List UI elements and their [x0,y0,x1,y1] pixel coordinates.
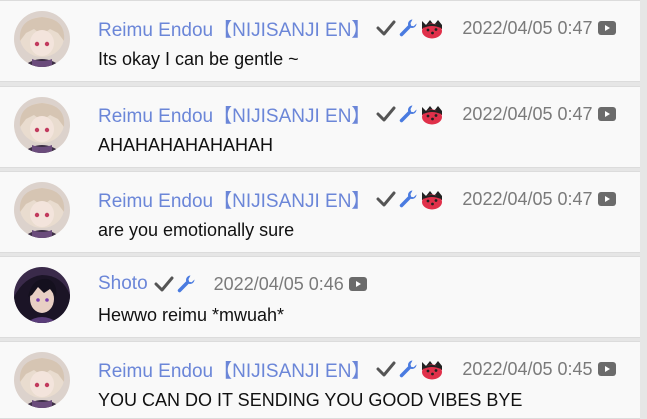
avatar[interactable] [14,11,70,67]
author-badges [376,17,444,39]
timestamp: 2022/04/05 0:46 [213,273,344,294]
youtube-play-icon[interactable] [597,191,617,207]
author-name[interactable]: Reimu Endou【NIJISANJI EN】 [98,101,370,128]
chat-message: Reimu Endou【NIJISANJI EN】 2022/04/05 0:47… [0,86,640,168]
chat-message: Reimu Endou【NIJISANJI EN】 2022/04/05 0:47… [0,171,640,253]
chat-message: Shoto 2022/04/05 0:46 Hewwo reimu *mwuah* [0,256,640,338]
member-icon [420,103,444,125]
member-icon [420,358,444,380]
message-header: Reimu Endou【NIJISANJI EN】 2022/04/05 0:47 [98,15,617,42]
timestamp: 2022/04/05 0:47 [462,103,593,124]
check-icon [154,275,174,293]
youtube-play-icon[interactable] [597,106,617,122]
check-icon [376,190,396,208]
author-badges [376,188,444,210]
wrench-icon [398,359,418,379]
youtube-play-icon[interactable] [348,276,368,292]
timestamp: 2022/04/05 0:47 [462,188,593,209]
message-header: Shoto 2022/04/05 0:46 [98,272,368,296]
chat-message: Reimu Endou【NIJISANJI EN】 2022/04/05 0:47… [0,0,640,82]
check-icon [376,19,396,37]
timestamp: 2022/04/05 0:47 [462,17,593,38]
wrench-icon [398,104,418,124]
avatar[interactable] [14,352,70,408]
author-badges [376,358,444,380]
author-name[interactable]: Shoto [98,273,148,295]
avatar[interactable] [14,182,70,238]
timestamp: 2022/04/05 0:45 [462,358,593,379]
chat-message: Reimu Endou【NIJISANJI EN】 2022/04/05 0:45… [0,341,640,419]
youtube-play-icon[interactable] [597,20,617,36]
author-name[interactable]: Reimu Endou【NIJISANJI EN】 [98,186,370,213]
avatar[interactable] [14,267,70,323]
wrench-icon [398,18,418,38]
message-text: Hewwo reimu *mwuah* [98,305,285,325]
author-badges [376,103,444,125]
author-badges [154,274,196,294]
message-text: AHAHAHAHAHAHAH [98,135,274,155]
message-text: are you emotionally sure [98,220,295,240]
scrollbar[interactable] [640,0,647,419]
wrench-icon [176,274,196,294]
check-icon [376,360,396,378]
message-header: Reimu Endou【NIJISANJI EN】 2022/04/05 0:47 [98,101,617,128]
avatar[interactable] [14,97,70,153]
author-name[interactable]: Reimu Endou【NIJISANJI EN】 [98,15,370,42]
wrench-icon [398,189,418,209]
author-name[interactable]: Reimu Endou【NIJISANJI EN】 [98,356,370,383]
member-icon [420,17,444,39]
message-text: YOU CAN DO IT SENDING YOU GOOD VIBES BYE [98,390,523,410]
message-header: Reimu Endou【NIJISANJI EN】 2022/04/05 0:47 [98,186,617,213]
youtube-play-icon[interactable] [597,361,617,377]
member-icon [420,188,444,210]
message-text: Its okay I can be gentle ~ [98,49,299,69]
message-header: Reimu Endou【NIJISANJI EN】 2022/04/05 0:45 [98,356,617,383]
chat-feed: Reimu Endou【NIJISANJI EN】 2022/04/05 0:47… [0,0,647,419]
check-icon [376,105,396,123]
